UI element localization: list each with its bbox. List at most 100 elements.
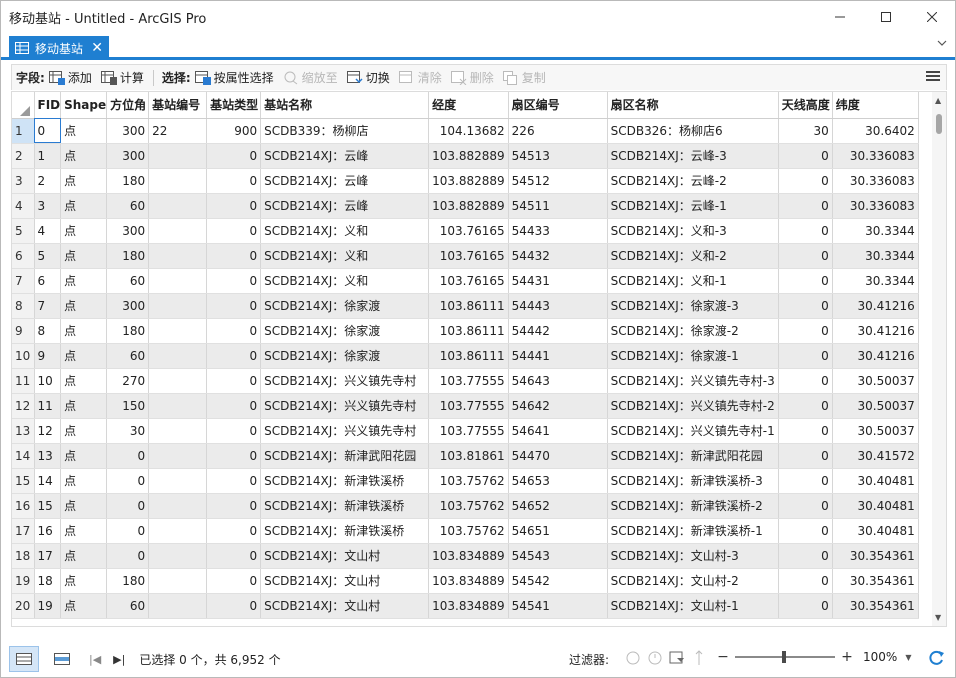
- table-cell[interactable]: SCDB214XJ：文山村-3: [607, 543, 779, 569]
- table-cell[interactable]: 0: [206, 318, 262, 344]
- table-cell[interactable]: [148, 268, 208, 294]
- column-header[interactable]: 纬度: [832, 92, 919, 119]
- table-cell[interactable]: SCDB214XJ：兴义镇先寺村: [260, 393, 430, 419]
- zoom-dropdown-icon[interactable]: ▼: [905, 653, 911, 662]
- table-cell[interactable]: 300: [106, 143, 150, 169]
- sort-icon[interactable]: [691, 650, 707, 666]
- table-cell[interactable]: 300: [106, 218, 150, 244]
- table-cell[interactable]: 30: [778, 118, 833, 144]
- table-cell[interactable]: 54432: [508, 243, 608, 269]
- table-cell[interactable]: SCDB214XJ：义和: [260, 218, 430, 244]
- table-cell[interactable]: 30.3344: [832, 243, 919, 269]
- table-cell[interactable]: 0: [206, 518, 262, 544]
- table-cell[interactable]: 14: [34, 468, 62, 494]
- tab-close-icon[interactable]: ✕: [91, 41, 103, 55]
- row-number[interactable]: 19: [12, 568, 35, 594]
- table-cell[interactable]: 54431: [508, 268, 608, 294]
- table-cell[interactable]: 54543: [508, 543, 608, 569]
- table-cell[interactable]: [148, 493, 208, 519]
- table-cell[interactable]: 103.77555: [428, 368, 509, 394]
- table-cell[interactable]: 点: [60, 168, 108, 194]
- table-cell[interactable]: SCDB339：杨柳店: [260, 118, 430, 144]
- table-cell[interactable]: 270: [106, 368, 150, 394]
- table-cell[interactable]: 10: [34, 368, 62, 394]
- table-cell[interactable]: 30.336083: [832, 143, 919, 169]
- filter-time-icon[interactable]: [647, 650, 663, 666]
- table-cell[interactable]: 点: [60, 118, 108, 144]
- table-cell[interactable]: 103.86111: [428, 318, 509, 344]
- table-cell[interactable]: 103.76165: [428, 268, 509, 294]
- table-cell[interactable]: 30.6402: [832, 118, 919, 144]
- table-cell[interactable]: SCDB214XJ：文山村-2: [607, 568, 779, 594]
- table-cell[interactable]: 7: [34, 293, 62, 319]
- table-cell[interactable]: 0: [778, 368, 833, 394]
- add-field-button[interactable]: 添加: [48, 69, 92, 86]
- table-cell[interactable]: 60: [106, 268, 150, 294]
- table-cell[interactable]: 0: [34, 118, 62, 144]
- table-cell[interactable]: 0: [206, 193, 262, 219]
- table-cell[interactable]: 9: [34, 343, 62, 369]
- table-cell[interactable]: 点: [60, 143, 108, 169]
- row-number[interactable]: 1: [12, 118, 35, 144]
- table-cell[interactable]: 30.40481: [832, 493, 919, 519]
- table-cell[interactable]: [148, 143, 208, 169]
- refresh-icon[interactable]: [927, 649, 945, 667]
- table-cell[interactable]: 0: [778, 143, 833, 169]
- table-cell[interactable]: SCDB214XJ：云峰: [260, 193, 430, 219]
- table-cell[interactable]: SCDB214XJ：义和-1: [607, 268, 779, 294]
- table-cell[interactable]: [148, 368, 208, 394]
- table-row[interactable]: 17 16 点 0 0 SCDB214XJ：新津铁溪桥 103.75762 54651 SCDB…: [12, 518, 919, 544]
- table-cell[interactable]: 54643: [508, 368, 608, 394]
- table-cell[interactable]: 54642: [508, 393, 608, 419]
- table-cell[interactable]: 103.882889: [428, 193, 509, 219]
- table-row[interactable]: 19 18 点 180 0 SCDB214XJ：文山村 103.834889 54542 SCD…: [12, 568, 919, 594]
- switch-selection-button[interactable]: 切换: [346, 69, 390, 86]
- table-cell[interactable]: 30.354361: [832, 543, 919, 569]
- table-cell[interactable]: 54652: [508, 493, 608, 519]
- table-cell[interactable]: SCDB326：杨柳店6: [607, 118, 779, 144]
- table-cell[interactable]: [148, 568, 208, 594]
- row-number[interactable]: 16: [12, 493, 35, 519]
- table-cell[interactable]: SCDB214XJ：徐家渡-1: [607, 343, 779, 369]
- table-cell[interactable]: 0: [778, 168, 833, 194]
- table-cell[interactable]: SCDB214XJ：云峰-2: [607, 168, 779, 194]
- scroll-down-icon[interactable]: ▼: [935, 613, 941, 622]
- table-cell[interactable]: 点: [60, 293, 108, 319]
- table-cell[interactable]: 54443: [508, 293, 608, 319]
- table-cell[interactable]: 103.75762: [428, 518, 509, 544]
- table-cell[interactable]: 17: [34, 543, 62, 569]
- table-cell[interactable]: 103.86111: [428, 343, 509, 369]
- row-number[interactable]: 7: [12, 268, 35, 294]
- table-cell[interactable]: 54433: [508, 218, 608, 244]
- row-number[interactable]: 17: [12, 518, 35, 544]
- table-cell[interactable]: 0: [778, 543, 833, 569]
- table-cell[interactable]: 30.336083: [832, 168, 919, 194]
- table-cell[interactable]: 0: [106, 543, 150, 569]
- table-cell[interactable]: 900: [206, 118, 262, 144]
- table-cell[interactable]: SCDB214XJ：义和-2: [607, 243, 779, 269]
- table-cell[interactable]: 15: [34, 493, 62, 519]
- table-cell[interactable]: 点: [60, 268, 108, 294]
- table-cell[interactable]: 54442: [508, 318, 608, 344]
- table-row[interactable]: 16 15 点 0 0 SCDB214XJ：新津铁溪桥 103.75762 54652 SCDB…: [12, 493, 919, 519]
- table-cell[interactable]: SCDB214XJ：文山村: [260, 568, 430, 594]
- table-row[interactable]: 14 13 点 0 0 SCDB214XJ：新津武阳花园 103.81861 54470 SCD…: [12, 443, 919, 469]
- table-cell[interactable]: [148, 293, 208, 319]
- table-cell[interactable]: SCDB214XJ：徐家渡: [260, 293, 430, 319]
- show-selected-records-button[interactable]: [47, 646, 77, 672]
- table-row[interactable]: 7 6 点 60 0 SCDB214XJ：义和 103.76165 54431 SCDB214X…: [12, 268, 919, 294]
- column-header[interactable]: 扇区编号: [508, 92, 608, 119]
- table-cell[interactable]: 103.834889: [428, 543, 509, 569]
- table-cell[interactable]: 3: [34, 193, 62, 219]
- filter-definition-icon[interactable]: [669, 650, 685, 666]
- table-cell[interactable]: 点: [60, 493, 108, 519]
- table-cell[interactable]: 点: [60, 543, 108, 569]
- table-cell[interactable]: 0: [778, 293, 833, 319]
- table-cell[interactable]: 103.86111: [428, 293, 509, 319]
- table-cell[interactable]: SCDB214XJ：徐家渡-2: [607, 318, 779, 344]
- column-header[interactable]: 方位角: [106, 92, 150, 119]
- table-cell[interactable]: 0: [778, 193, 833, 219]
- column-header[interactable]: 扇区名称: [607, 92, 779, 119]
- table-cell[interactable]: 226: [508, 118, 608, 144]
- tab-attribute-table[interactable]: 移动基站 ✕: [9, 36, 109, 60]
